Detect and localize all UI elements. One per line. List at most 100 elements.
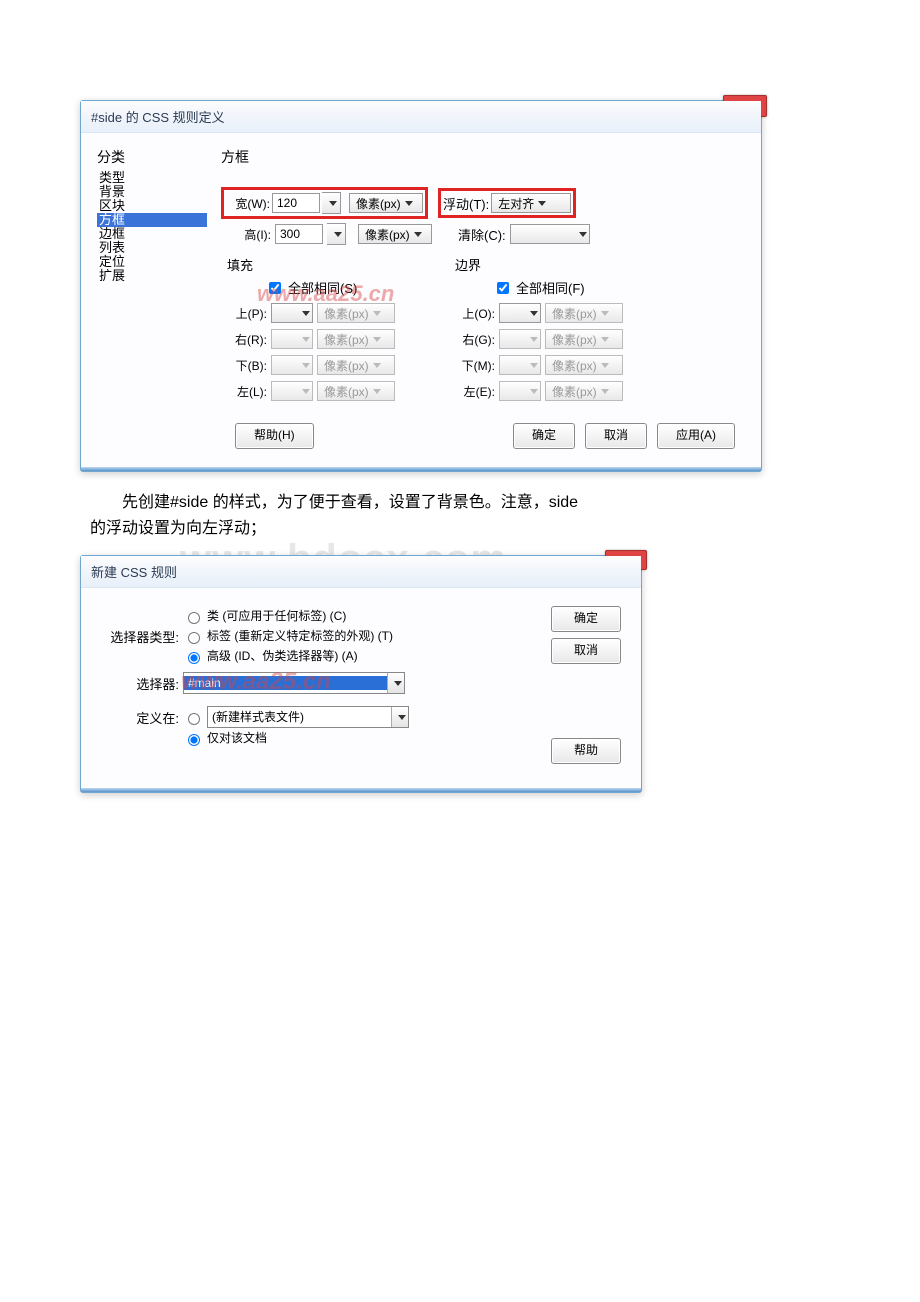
- mar-bottom-label: 下(M):: [449, 357, 495, 374]
- dialog-title: 新建 CSS 规则: [81, 556, 641, 588]
- height-unit-select[interactable]: 像素(px): [358, 224, 432, 244]
- width-dropdown-button[interactable]: [322, 192, 341, 214]
- pad-left-select: [271, 381, 313, 401]
- help-button[interactable]: 帮助(H): [235, 423, 314, 449]
- mar-bottom-unit: 像素(px): [545, 355, 623, 375]
- width-input[interactable]: [272, 193, 320, 213]
- sidebar-item-extension[interactable]: 扩展: [97, 269, 207, 283]
- chevron-down-icon: [398, 715, 406, 720]
- radio-this-doc[interactable]: [188, 734, 200, 746]
- radio-new-file[interactable]: [188, 713, 200, 725]
- cancel-button[interactable]: 取消: [551, 638, 621, 664]
- sidebar-item-type[interactable]: 类型: [97, 171, 207, 185]
- margin-title: 边界: [455, 255, 659, 274]
- mar-left-select: [499, 381, 541, 401]
- mar-top-label: 上(O):: [449, 305, 495, 322]
- height-unit-label: 像素(px): [365, 226, 410, 243]
- width-unit-select[interactable]: 像素(px): [349, 193, 423, 213]
- category-list: 类型 背景 区块 方框 边框 列表 定位 扩展: [97, 171, 207, 283]
- pad-bottom-select: [271, 355, 313, 375]
- pad-bottom-label: 下(B):: [221, 357, 267, 374]
- pad-top-label: 上(P):: [221, 305, 267, 322]
- pad-bottom-unit: 像素(px): [317, 355, 395, 375]
- padding-same-all-label: 全部相同(S): [288, 278, 357, 297]
- margin-same-all-label: 全部相同(F): [516, 278, 585, 297]
- padding-title: 填充: [227, 255, 431, 274]
- sidebar-item-block[interactable]: 区块: [97, 199, 207, 213]
- chevron-down-icon: [373, 389, 381, 394]
- opt-tag-label: 标签 (重新定义特定标签的外观) (T): [207, 626, 393, 646]
- sidebar-item-position[interactable]: 定位: [97, 255, 207, 269]
- height-input[interactable]: [275, 224, 323, 244]
- chevron-down-icon: [530, 311, 538, 316]
- chevron-down-icon: [373, 311, 381, 316]
- chevron-down-icon: [530, 389, 538, 394]
- mar-left-label: 左(E):: [449, 383, 495, 400]
- width-label: 宽(W):: [226, 195, 270, 212]
- new-file-combobox[interactable]: (新建样式表文件): [207, 706, 409, 728]
- pad-left-unit: 像素(px): [317, 381, 395, 401]
- float-value: 左对齐: [498, 195, 534, 212]
- chevron-down-icon: [373, 337, 381, 342]
- css-rule-definition-dialog: X #side 的 CSS 规则定义 分类 类型 背景 区块 方框 边框 列表 …: [80, 100, 762, 472]
- chevron-down-icon: [530, 337, 538, 342]
- chevron-down-icon: [302, 389, 310, 394]
- pad-top-unit: 像素(px): [317, 303, 395, 323]
- opt-adv-label: 高级 (ID、伪类选择器等) (A): [207, 646, 358, 666]
- chevron-down-icon: [302, 311, 310, 316]
- chevron-down-icon: [601, 337, 609, 342]
- float-label: 浮动(T):: [443, 194, 489, 213]
- pad-right-label: 右(R):: [221, 331, 267, 348]
- margin-same-all-checkbox[interactable]: [497, 282, 509, 294]
- chevron-down-icon: [579, 232, 587, 237]
- selector-combobox[interactable]: #main: [183, 672, 405, 694]
- section-title: 方框: [221, 147, 753, 167]
- chevron-down-icon: [405, 201, 413, 206]
- opt-this-doc-label: 仅对该文档: [207, 728, 267, 748]
- apply-button[interactable]: 应用(A): [657, 423, 735, 449]
- paragraph-line-1: 先创建#side 的样式，为了便于查看，设置了背景色。注意，side: [90, 490, 830, 516]
- sidebar-item-border[interactable]: 边框: [97, 227, 207, 241]
- new-file-text: (新建样式表文件): [208, 707, 391, 727]
- help-button[interactable]: 帮助: [551, 738, 621, 764]
- radio-class[interactable]: [188, 612, 200, 624]
- chevron-down-icon: [394, 681, 402, 686]
- radio-tag[interactable]: [188, 632, 200, 644]
- chevron-down-icon: [601, 389, 609, 394]
- mar-right-select: [499, 329, 541, 349]
- cancel-button[interactable]: 取消: [585, 423, 647, 449]
- chevron-down-icon: [334, 232, 342, 237]
- ok-button[interactable]: 确定: [513, 423, 575, 449]
- description-paragraph: 先创建#side 的样式，为了便于查看，设置了背景色。注意，side 的浮动设置…: [90, 490, 830, 541]
- selector-label: 选择器:: [101, 674, 183, 693]
- radio-advanced[interactable]: [188, 652, 200, 664]
- padding-same-all-checkbox[interactable]: [269, 282, 281, 294]
- chevron-down-icon: [373, 363, 381, 368]
- width-unit-label: 像素(px): [356, 195, 401, 212]
- new-css-rule-dialog: X 新建 CSS 规则 www.aa25.cn 选择器类型: 类 (可应用于任何…: [80, 555, 642, 793]
- mar-top-unit: 像素(px): [545, 303, 623, 323]
- chevron-down-icon: [302, 363, 310, 368]
- pad-right-select: [271, 329, 313, 349]
- mar-right-unit: 像素(px): [545, 329, 623, 349]
- ok-button[interactable]: 确定: [551, 606, 621, 632]
- mar-bottom-select: [499, 355, 541, 375]
- height-label: 高(I):: [227, 226, 271, 243]
- sidebar-item-background[interactable]: 背景: [97, 185, 207, 199]
- chevron-down-icon: [302, 337, 310, 342]
- chevron-down-icon: [329, 201, 337, 206]
- opt-class-label: 类 (可应用于任何标签) (C): [207, 606, 346, 626]
- sidebar-item-box[interactable]: 方框: [97, 213, 207, 227]
- mar-top-select[interactable]: [499, 303, 541, 323]
- clear-select[interactable]: [510, 224, 590, 244]
- float-select[interactable]: 左对齐: [491, 193, 571, 213]
- sidebar-item-list[interactable]: 列表: [97, 241, 207, 255]
- chevron-down-icon: [538, 201, 546, 206]
- selector-value: #main: [184, 676, 387, 690]
- height-dropdown-button[interactable]: [327, 223, 346, 245]
- pad-left-label: 左(L):: [221, 383, 267, 400]
- mar-right-label: 右(G):: [449, 331, 495, 348]
- mar-left-unit: 像素(px): [545, 381, 623, 401]
- define-in-label: 定义在:: [101, 706, 183, 727]
- pad-top-select[interactable]: [271, 303, 313, 323]
